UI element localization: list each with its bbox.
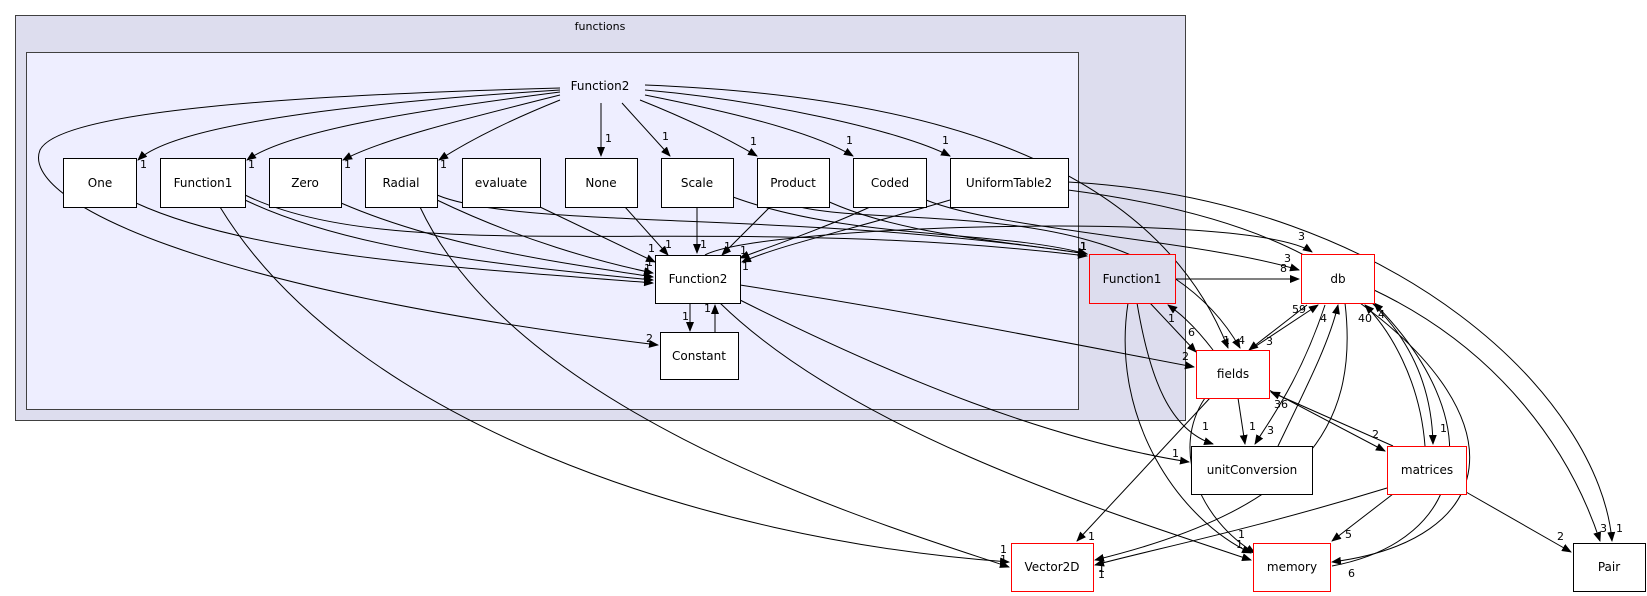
edge-count-label[interactable]: 1 xyxy=(1223,334,1230,347)
edge-count-label[interactable]: 2 xyxy=(1557,530,1564,543)
node-label: Function1 xyxy=(1103,272,1162,286)
edge-count-label[interactable]: 1 xyxy=(1098,568,1105,581)
node-fields[interactable]: fields xyxy=(1196,350,1270,399)
edge-count-label[interactable]: 1 xyxy=(1172,447,1179,460)
edge-count-label[interactable]: 1 xyxy=(440,158,447,171)
edge-db-to-fields[interactable] xyxy=(1248,304,1308,351)
edge-count-label[interactable]: 1 xyxy=(648,242,655,255)
node-evaluate[interactable]: evaluate xyxy=(462,158,541,208)
cluster-function2[interactable]: Function2 xyxy=(26,52,1079,410)
node-label: evaluate xyxy=(475,176,527,190)
node-one[interactable]: One xyxy=(63,158,137,208)
edge-count-label[interactable]: 4 xyxy=(1320,312,1327,325)
edge-db-to-memory[interactable] xyxy=(1331,302,1471,565)
edge-count-label[interactable]: 1 xyxy=(1616,522,1623,535)
edge-count-label[interactable]: 3 xyxy=(1600,522,1607,535)
node-label: Radial xyxy=(382,176,419,190)
edge-count-label[interactable]: 1 xyxy=(1202,420,1209,433)
node-label: Scale xyxy=(681,176,713,190)
node-label: Product xyxy=(770,176,816,190)
edge-count-label[interactable]: 1 xyxy=(344,158,351,171)
node-constant[interactable]: Constant xyxy=(660,332,739,380)
edge-count-label[interactable]: 1 xyxy=(1080,240,1087,253)
node-function1-inner[interactable]: Function1 xyxy=(160,158,246,208)
node-label: Vector2D xyxy=(1024,560,1079,574)
edge-count-label[interactable]: 1 xyxy=(742,260,749,273)
node-db[interactable]: db xyxy=(1301,254,1375,304)
node-product[interactable]: Product xyxy=(757,158,830,208)
node-none[interactable]: None xyxy=(565,158,638,208)
edge-matrices-to-fields[interactable] xyxy=(1270,391,1394,447)
node-label: fields xyxy=(1217,367,1249,381)
edge-count-label[interactable]: 6 xyxy=(1348,567,1355,580)
node-label: db xyxy=(1330,272,1345,286)
edge-count-label[interactable]: 1 xyxy=(1440,422,1447,435)
edge-count-label[interactable]: 1 xyxy=(1238,528,1245,541)
edge-count-label[interactable]: 1 xyxy=(724,240,731,253)
edge-count-label[interactable]: 1 xyxy=(942,134,949,147)
edge-count-label[interactable]: 1 xyxy=(1088,530,1095,543)
node-pair[interactable]: Pair xyxy=(1573,543,1646,592)
edge-db-to-pair[interactable] xyxy=(1373,289,1601,542)
node-label: Zero xyxy=(291,176,319,190)
edge-count-label[interactable]: 5 xyxy=(1345,528,1352,541)
edge-count-label[interactable]: 1 xyxy=(1249,420,1256,433)
node-matrices[interactable]: matrices xyxy=(1387,446,1467,495)
node-label: Function1 xyxy=(174,176,233,190)
edge-count-label[interactable]: 3 xyxy=(1298,230,1305,243)
edge-matrices-to-vector2d[interactable] xyxy=(1094,487,1388,567)
node-radial[interactable]: Radial xyxy=(365,158,438,208)
edge-count-label[interactable]: 1 xyxy=(740,244,747,257)
edge-count-label[interactable]: 1 xyxy=(846,134,853,147)
edge-matrices-to-memory[interactable] xyxy=(1331,493,1394,542)
node-label: One xyxy=(88,176,112,190)
node-label: unitConversion xyxy=(1207,463,1298,477)
node-label: UniformTable2 xyxy=(966,176,1052,190)
edge-count-label[interactable]: 1 xyxy=(662,130,669,143)
edge-matrices-to-pair[interactable] xyxy=(1465,491,1572,553)
node-function1[interactable]: Function1 xyxy=(1089,254,1176,304)
edge-count-label[interactable]: 1 xyxy=(605,132,612,145)
edge-count-label[interactable]: 8 xyxy=(1280,262,1287,275)
node-label: Constant xyxy=(672,349,726,363)
node-label: Pair xyxy=(1598,560,1620,574)
edge-count-label[interactable]: 3 xyxy=(1267,424,1274,437)
edge-count-label[interactable]: 1 xyxy=(700,238,707,251)
edge-count-label[interactable]: 4 xyxy=(1238,334,1245,347)
node-label: Function2 xyxy=(669,272,728,286)
node-function2[interactable]: Function2 xyxy=(655,255,741,304)
edge-count-label[interactable]: 2 xyxy=(1182,350,1189,363)
edge-count-label[interactable]: 4 xyxy=(1378,308,1385,321)
edge-count-label[interactable]: 1 xyxy=(1168,312,1175,325)
node-vector2d[interactable]: Vector2D xyxy=(1011,543,1094,592)
node-memory[interactable]: memory xyxy=(1253,543,1331,592)
edge-fields-to-unitconversion[interactable] xyxy=(1237,397,1248,445)
edge-count-label[interactable]: 1 xyxy=(682,310,689,323)
edge-count-label[interactable]: 1 xyxy=(665,238,672,251)
directory-dependency-graph: functions Function2 1 1 1 11 1 1 1 12 111111 1 1 1 1… xyxy=(15,15,1646,592)
edge-count-label[interactable]: 1 xyxy=(1000,553,1007,566)
edge-count-label[interactable]: 1 xyxy=(248,158,255,171)
edge-count-label[interactable]: 36 xyxy=(1274,398,1288,411)
node-label: matrices xyxy=(1401,463,1453,477)
node-uniformtable2[interactable]: UniformTable2 xyxy=(950,158,1069,208)
edge-unitconversion-to-db[interactable] xyxy=(1277,304,1340,447)
cluster-function2-label[interactable]: Function2 xyxy=(571,79,630,93)
cluster-functions-label: functions xyxy=(575,20,626,33)
edge-count-label[interactable]: 40 xyxy=(1358,312,1372,325)
edge-fields-to-db[interactable] xyxy=(1249,304,1319,351)
edge-count-label[interactable]: 3 xyxy=(1266,335,1273,348)
node-scale[interactable]: Scale xyxy=(661,158,734,208)
edge-count-label[interactable]: 1 xyxy=(140,158,147,171)
edge-count-label[interactable]: 59 xyxy=(1292,303,1306,316)
node-zero[interactable]: Zero xyxy=(269,158,342,208)
node-coded[interactable]: Coded xyxy=(853,158,927,208)
node-unitconversion[interactable]: unitConversion xyxy=(1191,446,1313,495)
edge-count-label[interactable]: 1 xyxy=(750,135,757,148)
node-label: None xyxy=(585,176,616,190)
edge-count-label[interactable]: 2 xyxy=(646,332,653,345)
node-label: memory xyxy=(1267,560,1317,574)
node-label: Coded xyxy=(871,176,909,190)
